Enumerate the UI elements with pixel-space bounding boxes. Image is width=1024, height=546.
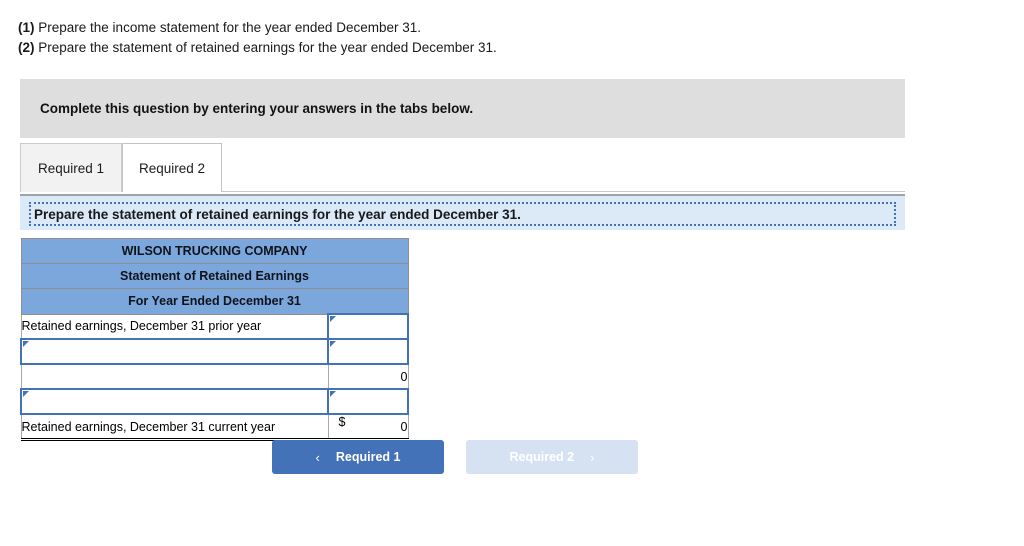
currency-symbol: $ — [338, 415, 346, 429]
row-value-input-3[interactable] — [327, 388, 409, 415]
row-value-input-0[interactable] — [327, 313, 409, 340]
worksheet-statement-title: Statement of Retained Earnings — [20, 263, 409, 289]
table-row — [20, 338, 409, 365]
table-row: 0 — [20, 363, 409, 390]
row-value-4: $ 0 — [327, 413, 409, 441]
prev-required-1-button[interactable]: ‹ Required 1 — [272, 440, 444, 474]
prompt-text-2: Prepare the statement of retained earnin… — [38, 40, 497, 55]
retained-earnings-worksheet: WILSON TRUCKING COMPANY Statement of Ret… — [20, 238, 409, 441]
tab-bar-divider — [222, 191, 905, 192]
instructions-banner: Complete this question by entering your … — [20, 79, 905, 138]
prompt-number-2: (2) — [18, 40, 35, 55]
task-instruction-text: Prepare the statement of retained earnin… — [34, 206, 521, 222]
worksheet-company-name: WILSON TRUCKING COMPANY — [20, 238, 409, 264]
worksheet-header-row: WILSON TRUCKING COMPANY — [20, 238, 409, 264]
task-instruction-bar: Prepare the statement of retained earnin… — [20, 194, 905, 230]
table-row-total: Retained earnings, December 31 current y… — [20, 413, 409, 441]
question-prompt: (1) Prepare the income statement for the… — [0, 0, 1024, 58]
tab-required-1[interactable]: Required 1 — [20, 143, 122, 192]
prompt-line-1: (1) Prepare the income statement for the… — [18, 18, 1024, 38]
tab-required-2-label: Required 2 — [138, 160, 206, 176]
prompt-line-2: (2) Prepare the statement of retained ea… — [18, 38, 1024, 58]
instructions-banner-text: Complete this question by entering your … — [40, 101, 474, 116]
row-value-2: 0 — [327, 363, 409, 390]
task-instruction-box: Prepare the statement of retained earnin… — [29, 202, 896, 226]
chevron-right-icon: › — [590, 449, 595, 465]
row-label-select-1[interactable] — [20, 338, 329, 365]
worksheet-period: For Year Ended December 31 — [20, 288, 409, 315]
next-required-2-label: Required 2 — [509, 450, 575, 464]
navigation-buttons: ‹ Required 1 Required 2 › — [272, 440, 638, 474]
table-row — [20, 388, 409, 415]
worksheet-header-row: For Year Ended December 31 — [20, 288, 409, 315]
row-label-2 — [20, 363, 329, 390]
tab-required-1-label: Required 1 — [37, 160, 105, 176]
tab-required-2[interactable]: Required 2 — [122, 143, 222, 192]
tab-bar: Required 1 Required 2 — [20, 143, 905, 193]
chevron-left-icon: ‹ — [315, 449, 320, 465]
row-label-select-3[interactable] — [20, 388, 329, 415]
row-label-4: Retained earnings, December 31 current y… — [20, 413, 329, 441]
row-label-0: Retained earnings, December 31 prior yea… — [20, 313, 329, 340]
row-value-4-amount: 0 — [400, 419, 408, 434]
worksheet-header-row: Statement of Retained Earnings — [20, 263, 409, 289]
table-row: Retained earnings, December 31 prior yea… — [20, 313, 409, 340]
prompt-text-1: Prepare the income statement for the yea… — [38, 20, 421, 35]
next-required-2-button: Required 2 › — [466, 440, 638, 474]
prompt-number-1: (1) — [18, 20, 35, 35]
prev-required-1-label: Required 1 — [335, 450, 401, 464]
row-value-input-1[interactable] — [327, 338, 409, 365]
